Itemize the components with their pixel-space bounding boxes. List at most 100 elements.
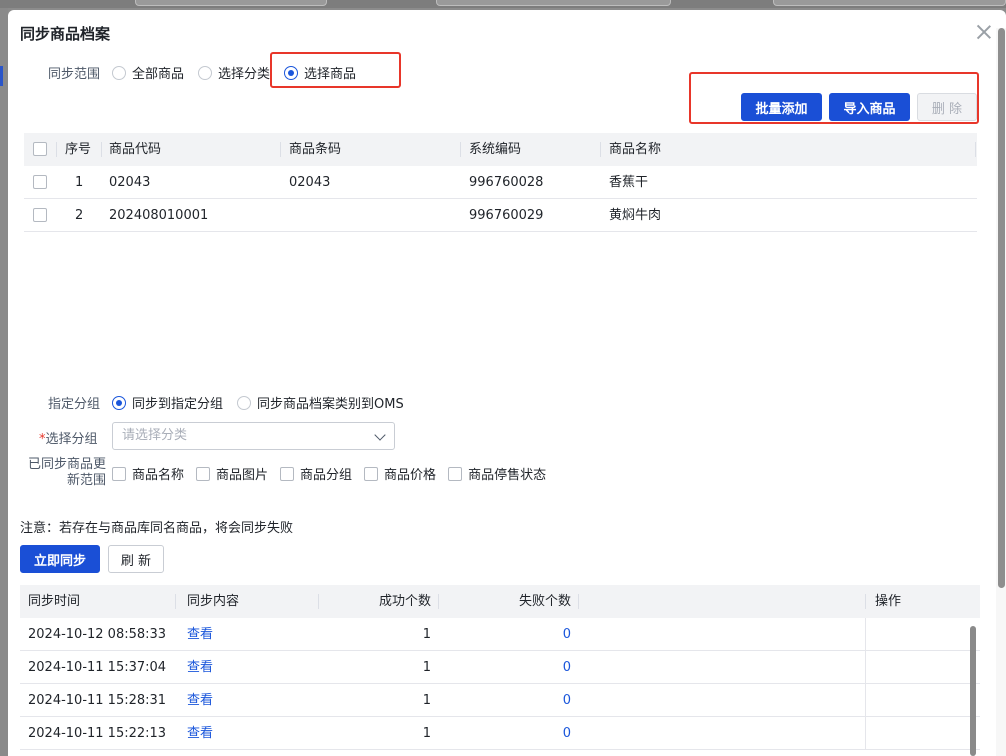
row-checkbox[interactable] bbox=[33, 208, 47, 222]
radio-sync-to-group[interactable]: 同步到指定分组 bbox=[112, 393, 223, 412]
column-separator bbox=[280, 142, 281, 157]
row-success-count: 1 bbox=[422, 660, 431, 675]
checkbox-goods-name[interactable]: 商品名称 bbox=[112, 464, 184, 483]
column-separator bbox=[56, 142, 57, 157]
row-goods-name: 黄焖牛肉 bbox=[609, 208, 662, 223]
radio-select-category[interactable]: 选择分类 bbox=[198, 63, 270, 82]
radio-sync-category-to-oms[interactable]: 同步商品档案类别到OMS bbox=[237, 393, 404, 412]
column-separator bbox=[865, 594, 866, 609]
row-checkbox[interactable] bbox=[33, 175, 47, 189]
row-fail-count[interactable]: 0 bbox=[440, 684, 571, 717]
table-row: 2024-10-11 15:22:13 查看 1 0 bbox=[20, 717, 980, 750]
column-divider bbox=[865, 684, 866, 717]
row-sync-time: 2024-10-11 15:22:13 bbox=[28, 726, 167, 741]
update-scope-label-line: 新范围 bbox=[66, 473, 106, 488]
delete-button[interactable]: 删 除 bbox=[917, 93, 977, 121]
sync-log-table: 同步时间 同步内容 成功个数 失败个数 操作 2024-10-12 08:58:… bbox=[20, 585, 980, 756]
checkbox-goods-group[interactable]: 商品分组 bbox=[280, 464, 352, 483]
view-link[interactable]: 查看 bbox=[187, 684, 213, 717]
update-scope-checkbox-group: 商品名称 商品图片 商品分组 商品价格 商品停售状态 bbox=[112, 464, 558, 483]
column-separator bbox=[460, 142, 461, 157]
radio-dot bbox=[112, 65, 126, 80]
row-index: 2 bbox=[75, 208, 84, 223]
checkbox-goods-image[interactable]: 商品图片 bbox=[196, 464, 268, 483]
row-index: 1 bbox=[75, 175, 84, 190]
background-field bbox=[436, 0, 671, 6]
table-row: 2024-10-11 15:28:31 查看 1 0 bbox=[20, 684, 980, 717]
sync-scope-label: 同步范围 bbox=[48, 67, 101, 82]
column-divider bbox=[865, 618, 866, 651]
checkbox-box bbox=[112, 466, 126, 481]
modal-scrollbar[interactable] bbox=[996, 28, 1006, 756]
row-system-code: 996760029 bbox=[469, 208, 544, 223]
radio-all-goods[interactable]: 全部商品 bbox=[112, 63, 184, 82]
import-goods-button[interactable]: 导入商品 bbox=[829, 93, 910, 121]
view-link[interactable]: 查看 bbox=[187, 651, 213, 684]
background-page-header bbox=[0, 0, 1006, 8]
checkbox-box bbox=[364, 466, 379, 481]
radio-dot bbox=[198, 65, 213, 80]
row-sync-time: 2024-10-11 15:37:04 bbox=[28, 660, 167, 675]
row-fail-count[interactable]: 0 bbox=[440, 651, 571, 684]
checkbox-label: 商品名称 bbox=[132, 468, 185, 483]
column-separator bbox=[175, 594, 176, 609]
header-success-count: 成功个数 bbox=[378, 594, 431, 609]
column-divider bbox=[865, 717, 866, 750]
checkbox-box bbox=[196, 466, 211, 481]
radio-label: 同步商品档案类别到OMS bbox=[257, 397, 404, 412]
row-goods-name: 香蕉干 bbox=[609, 175, 649, 190]
group-select-placeholder: 请选择分类 bbox=[122, 428, 188, 443]
log-table-scrollbar[interactable] bbox=[970, 626, 976, 756]
modal-scrollbar-thumb[interactable] bbox=[998, 28, 1005, 588]
checkbox-label: 商品停售状态 bbox=[468, 468, 547, 483]
radio-dot-selected bbox=[112, 395, 126, 410]
goods-table: 序号 商品代码 商品条码 系统编码 商品名称 1 02043 02043 996… bbox=[24, 133, 977, 233]
sync-log-table-header: 同步时间 同步内容 成功个数 失败个数 操作 bbox=[20, 585, 980, 618]
refresh-button[interactable]: 刷 新 bbox=[108, 545, 164, 573]
checkbox-goods-price[interactable]: 商品价格 bbox=[364, 464, 436, 483]
background-active-marker bbox=[0, 66, 3, 86]
checkbox-box bbox=[280, 466, 295, 481]
chevron-down-icon bbox=[374, 429, 386, 441]
radio-label: 选择分类 bbox=[218, 67, 271, 82]
row-fail-count[interactable]: 0 bbox=[440, 618, 571, 651]
column-separator bbox=[578, 594, 579, 609]
background-field bbox=[135, 0, 327, 6]
column-separator bbox=[600, 142, 601, 157]
row-sync-time: 2024-10-11 15:28:31 bbox=[28, 693, 167, 708]
column-separator bbox=[101, 142, 102, 157]
column-divider bbox=[865, 651, 866, 684]
header-system-code: 系统编码 bbox=[469, 142, 522, 157]
checkbox-label: 商品价格 bbox=[384, 468, 437, 483]
column-separator bbox=[438, 594, 439, 609]
close-icon[interactable] bbox=[976, 24, 992, 40]
table-row[interactable]: 1 02043 02043 996760028 香蕉干 bbox=[24, 166, 977, 199]
header-sync-time: 同步时间 bbox=[28, 594, 81, 609]
checkbox-goods-discontinued[interactable]: 商品停售状态 bbox=[448, 464, 546, 483]
group-target-radio-group: 同步到指定分组 同步商品档案类别到OMS bbox=[112, 393, 418, 412]
checkbox-box bbox=[448, 466, 463, 481]
view-link[interactable]: 查看 bbox=[187, 618, 213, 651]
batch-add-button[interactable]: 批量添加 bbox=[741, 93, 822, 121]
row-fail-count[interactable]: 0 bbox=[440, 717, 571, 750]
update-scope-label: 已同步商品更 新范围 bbox=[20, 457, 106, 489]
table-row: 2024-10-12 08:58:33 查看 1 0 bbox=[20, 618, 980, 651]
sync-goods-modal: 同步商品档案 同步范围 全部商品 选择分类 选择商品 批量添加 导入商品 删 除… bbox=[8, 10, 1006, 756]
select-all-checkbox[interactable] bbox=[33, 142, 47, 156]
update-scope-label-line: 已同步商品更 bbox=[27, 457, 106, 472]
background-field bbox=[773, 0, 1006, 6]
table-row[interactable]: 2 202408010001 996760029 黄焖牛肉 bbox=[24, 199, 977, 232]
checkbox-label: 商品分组 bbox=[300, 468, 353, 483]
row-success-count: 1 bbox=[422, 627, 431, 642]
column-separator bbox=[318, 594, 319, 609]
group-select-dropdown[interactable]: 请选择分类 bbox=[112, 422, 395, 450]
view-link[interactable]: 查看 bbox=[187, 717, 213, 750]
column-separator bbox=[975, 142, 976, 157]
header-index: 序号 bbox=[65, 142, 92, 157]
radio-label: 同步到指定分组 bbox=[132, 397, 224, 412]
radio-label: 全部商品 bbox=[132, 67, 185, 82]
sync-now-button[interactable]: 立即同步 bbox=[20, 545, 100, 573]
row-barcode: 02043 bbox=[289, 175, 331, 190]
radio-dot bbox=[237, 395, 252, 410]
header-sync-content: 同步内容 bbox=[187, 594, 240, 609]
